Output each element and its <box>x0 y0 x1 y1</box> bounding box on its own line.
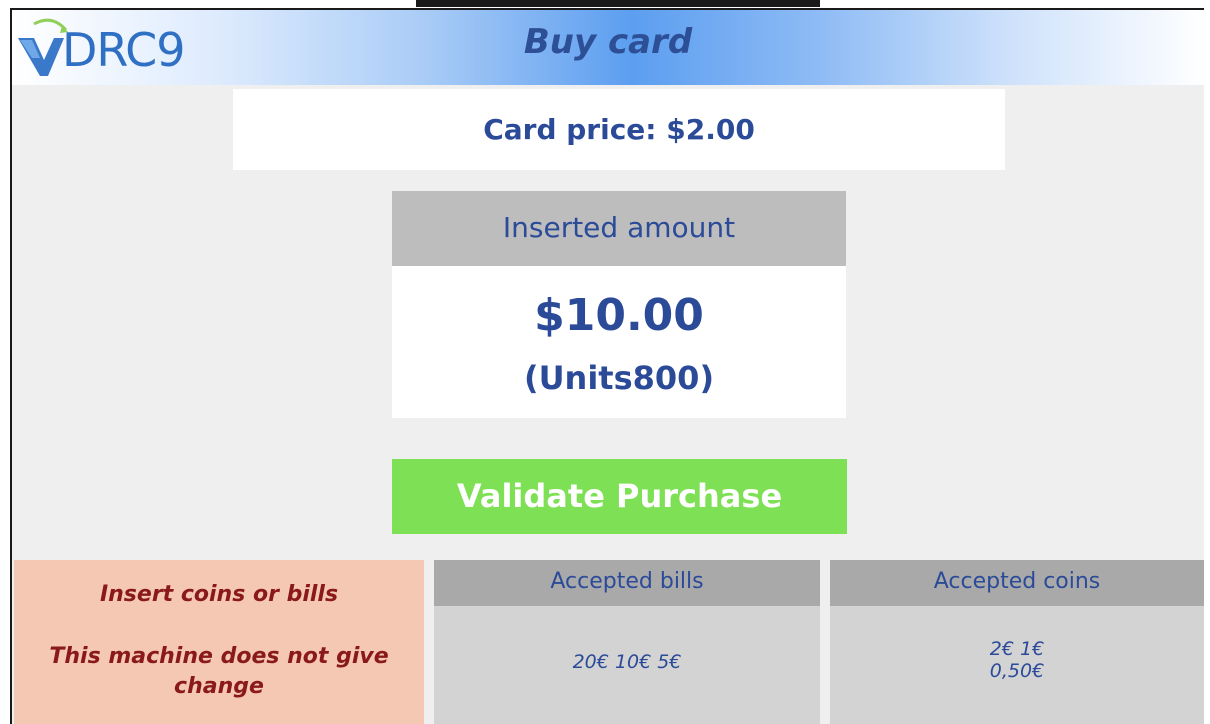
accepted-coins-line2: 0,50€ <box>989 660 1045 682</box>
page-title: Buy card <box>523 22 693 62</box>
kiosk-screen: DRC9 Buy card Card price: $2.00 Inserted… <box>10 8 1204 724</box>
validate-purchase-button[interactable]: Validate Purchase <box>392 459 847 534</box>
header-bar: DRC9 Buy card <box>12 10 1204 85</box>
accepted-coins-heading: Accepted coins <box>830 560 1204 606</box>
screen-notch <box>416 0 820 7</box>
no-change-warning: This machine does not give change <box>49 644 389 699</box>
accepted-bills-values: 20€ 10€ 5€ <box>572 651 682 673</box>
accepted-coins-values: 2€ 1€ 0,50€ <box>830 638 1204 682</box>
accepted-bills-panel: Accepted bills 20€ 10€ 5€ <box>434 560 820 724</box>
inserted-amount-heading: Inserted amount <box>392 191 846 266</box>
inserted-amount-value: $10.00 <box>534 290 704 341</box>
accepted-bills-heading: Accepted bills <box>434 560 820 606</box>
card-price: Card price: $2.00 <box>233 89 1005 170</box>
insert-instruction: Insert coins or bills <box>99 582 339 607</box>
accepted-coins-panel: Accepted coins 2€ 1€ 0,50€ <box>830 560 1204 724</box>
inserted-units-value: (Units800) <box>523 359 715 397</box>
inserted-amount-panel: Inserted amount $10.00 (Units800) <box>392 191 846 418</box>
change-notice: Insert coins or bills This machine does … <box>14 560 424 724</box>
accepted-coins-line1: 2€ 1€ <box>989 638 1045 660</box>
